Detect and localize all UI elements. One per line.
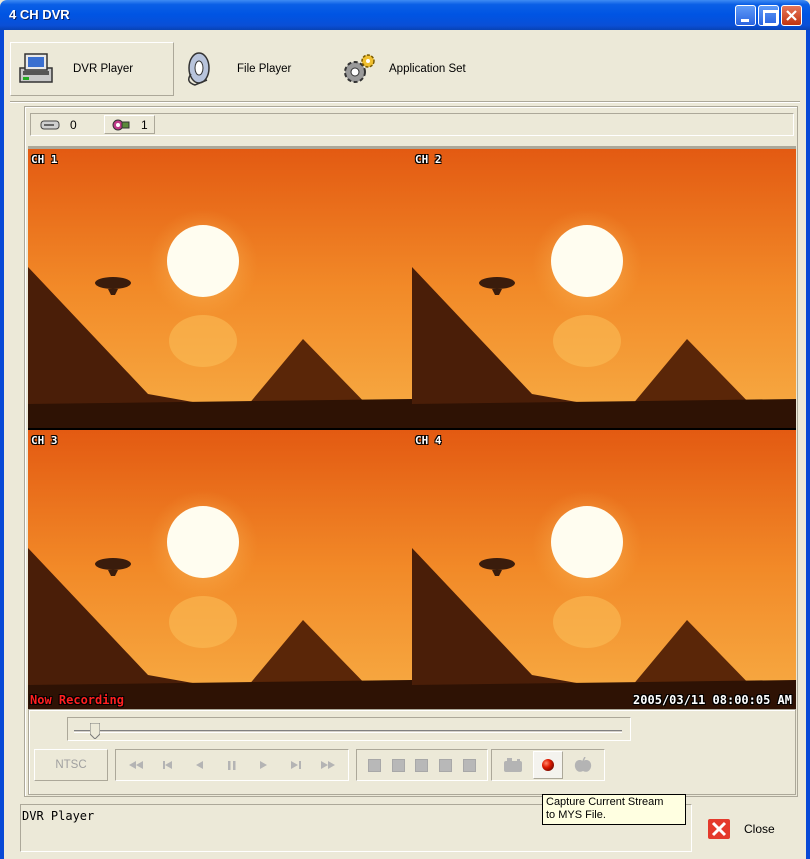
timestamp: 2005/03/11 08:00:05 AM (633, 693, 792, 707)
hard-drive-icon (40, 120, 60, 129)
play-button[interactable] (253, 754, 275, 776)
tab-label: File Player (237, 63, 292, 75)
close-window-button[interactable] (781, 5, 802, 26)
camera-counter[interactable]: 1 (104, 115, 155, 134)
window-frame-right (806, 30, 810, 859)
channel-label: CH 1 (31, 153, 58, 166)
record-buttons (491, 749, 605, 781)
window-title: 4 CH DVR (9, 7, 70, 22)
ntsc-button[interactable]: NTSC (34, 749, 108, 781)
apple-icon (574, 757, 591, 772)
tab-label: Application Set (389, 63, 466, 75)
tooltip-line-1: Capture Current Stream (546, 796, 664, 808)
gear-icon (344, 54, 375, 83)
tab-file-player[interactable]: File Player (181, 42, 331, 96)
video-frame (28, 149, 412, 428)
title-bar[interactable]: 4 CH DVR (0, 0, 810, 30)
maximize-button[interactable] (758, 5, 779, 26)
record-icon (541, 759, 554, 771)
channel-view-1[interactable]: CH 1 (28, 149, 412, 428)
hdd-count: 0 (70, 117, 77, 132)
position-slider[interactable] (67, 717, 631, 741)
square-icon (415, 758, 429, 772)
channel-label: CH 2 (415, 153, 442, 166)
video-frame (28, 430, 412, 709)
ntsc-label: NTSC (55, 759, 87, 771)
square-icon (391, 758, 405, 772)
slider-groove (74, 730, 622, 733)
pause-icon (228, 760, 236, 770)
tooltip: Capture Current Stream to MYS File. (542, 794, 686, 825)
step-back-icon (196, 761, 203, 769)
info-text: DVR Player (22, 809, 95, 823)
channel-view-2[interactable]: CH 2 (412, 149, 796, 428)
skip-back-icon (163, 761, 172, 769)
video-grid[interactable]: CH 1 CH 2 CH 3 Now Recording CH 4 2005/0… (28, 146, 796, 709)
slider-thumb[interactable] (90, 723, 100, 739)
square-icon (462, 758, 476, 772)
skip-forward-button[interactable] (285, 754, 307, 776)
tab-dvr-player[interactable]: DVR Player (10, 42, 174, 96)
channel-all-button[interactable] (458, 754, 480, 776)
video-frame (412, 149, 796, 428)
window-frame-left (0, 30, 4, 859)
capture-stream-button[interactable] (532, 751, 563, 779)
play-icon (260, 761, 267, 769)
channel-label: CH 4 (415, 434, 442, 447)
close-icon (708, 819, 730, 839)
recording-indicator: Now Recording (30, 693, 124, 707)
channel-label: CH 3 (31, 434, 58, 447)
fast-forward-icon (321, 761, 335, 769)
rewind-icon (129, 761, 143, 769)
camera-icon (112, 119, 130, 130)
channel-1-button[interactable] (364, 754, 386, 776)
toolbar-separator (10, 101, 800, 103)
film-reel-icon (188, 52, 210, 86)
channel-view-3[interactable]: CH 3 Now Recording (28, 430, 412, 709)
dvr-player-icon (19, 53, 53, 83)
close-label: Close (744, 822, 775, 836)
close-button[interactable]: Close (708, 816, 798, 842)
camera-snapshot-icon (504, 758, 523, 772)
square-icon (439, 758, 453, 772)
minimize-button[interactable] (735, 5, 756, 26)
camera-count: 1 (141, 117, 148, 132)
square-icon (368, 758, 382, 772)
channel-4-button[interactable] (435, 754, 457, 776)
channel-buttons (356, 749, 488, 781)
rewind-button[interactable] (125, 754, 147, 776)
tooltip-line-2: to MYS File. (546, 809, 606, 821)
skip-back-button[interactable] (157, 754, 179, 776)
channel-view-4[interactable]: CH 4 2005/03/11 08:00:05 AM (412, 430, 796, 709)
channel-3-button[interactable] (411, 754, 433, 776)
video-frame (412, 430, 796, 709)
fast-forward-button[interactable] (317, 754, 339, 776)
close-icon (786, 10, 797, 21)
channel-2-button[interactable] (387, 754, 409, 776)
pause-button[interactable] (221, 754, 243, 776)
skip-forward-icon (291, 761, 301, 769)
stop-capture-button[interactable] (572, 754, 594, 776)
step-back-button[interactable] (189, 754, 211, 776)
snapshot-button[interactable] (502, 754, 524, 776)
tab-application-set[interactable]: Application Set (337, 42, 497, 96)
hdd-counter[interactable]: 0 (40, 115, 77, 134)
playback-buttons (115, 749, 349, 781)
tab-label: DVR Player (73, 63, 134, 75)
